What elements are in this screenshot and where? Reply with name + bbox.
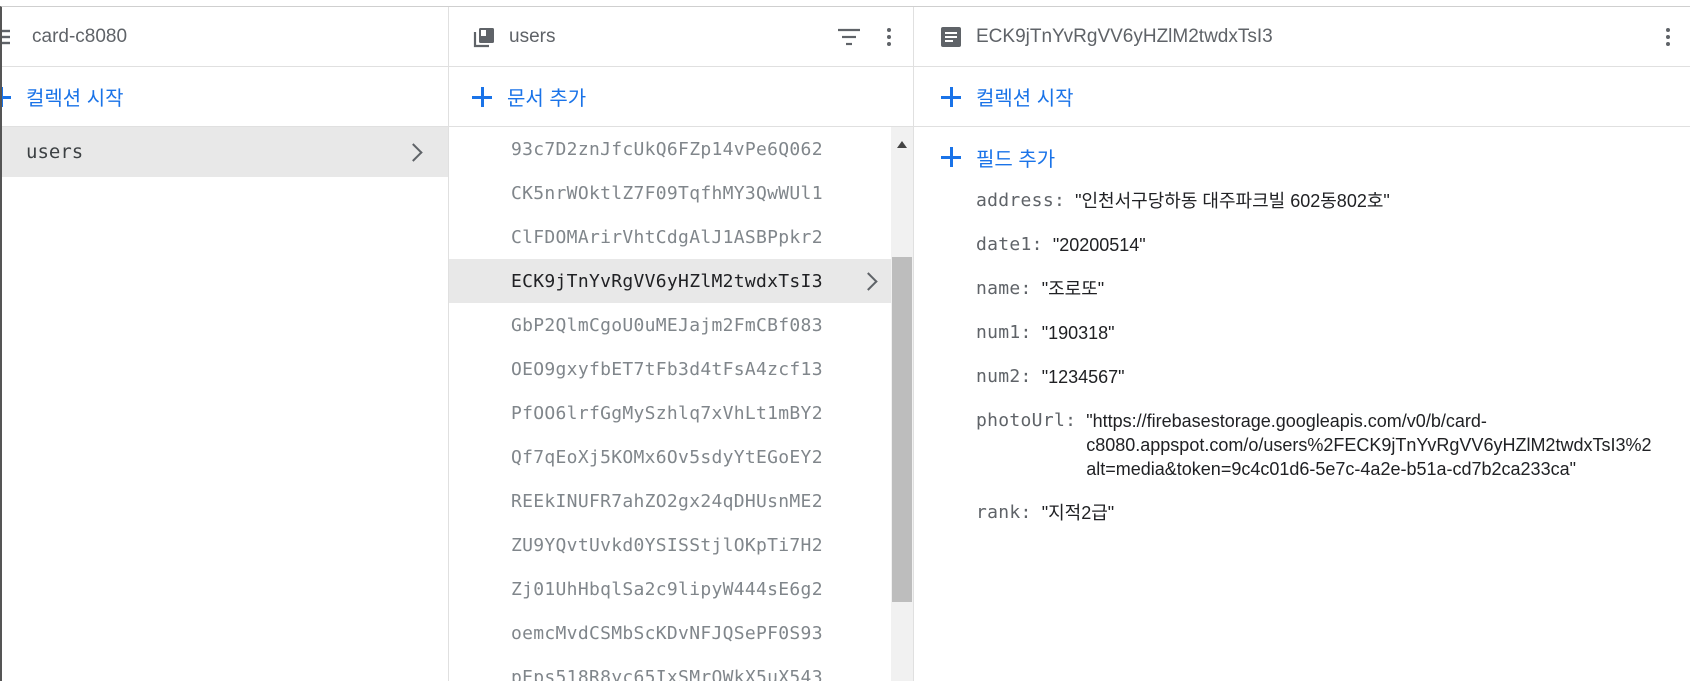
field-key: name: bbox=[976, 278, 1032, 299]
field-value: "https://firebasestorage.googleapis.com/… bbox=[1086, 411, 1652, 479]
start-collection-button[interactable]: 컬렉션 시작 bbox=[914, 67, 1690, 127]
chevron-right-icon bbox=[404, 143, 423, 162]
document-item[interactable]: REEkINUFR7ahZO2gx24qDHUsnME2 bbox=[449, 479, 913, 523]
field-value: "인천서구당하동 대주파크빌 602동802호" bbox=[1075, 191, 1390, 211]
project-title: card-c8080 bbox=[32, 25, 128, 47]
chevron-right-icon bbox=[859, 272, 878, 291]
field-value: "20200514" bbox=[1052, 235, 1146, 255]
document-id: 93c7D2znJfcUkQ6FZp14vPe6Q062 bbox=[511, 138, 823, 160]
document-list: 93c7D2znJfcUkQ6FZp14vPe6Q062 CK5nrWOktlZ… bbox=[449, 127, 913, 681]
field-key: num1: bbox=[976, 322, 1032, 343]
field-key: date1: bbox=[976, 234, 1043, 255]
firestore-data-viewer: card-c8080 컬렉션 시작 users users 문서 추가 93c7… bbox=[0, 6, 1690, 681]
field-key: num2: bbox=[976, 366, 1032, 387]
field-value: "조로또" bbox=[1041, 279, 1105, 299]
start-collection-label: 컬렉션 시작 bbox=[26, 88, 124, 110]
document-item[interactable]: OEO9gxyfbET7tFb3d4tFsA4zcf13 bbox=[449, 347, 913, 391]
document-item[interactable]: ZU9YQvtUvkd0YSISStjlOKpTi7H2 bbox=[449, 523, 913, 567]
plus-icon bbox=[471, 86, 493, 108]
collection-item-label: users bbox=[26, 141, 84, 163]
document-item[interactable]: oemcMvdCSMbScKDvNFJQSePF0S93 bbox=[449, 611, 913, 655]
field-row-num2[interactable]: num2: "1234567" bbox=[914, 365, 1690, 389]
plus-icon bbox=[2, 86, 12, 108]
document-item-selected[interactable]: ECK9jTnYvRgVV6yHZlM2twdxTsI3 bbox=[449, 259, 891, 303]
document-panel: ECK9jTnYvRgVV6yHZlM2twdxTsI3 컬렉션 시작 필드 추… bbox=[914, 7, 1690, 681]
collection-panel: users 문서 추가 93c7D2znJfcUkQ6FZp14vPe6Q062… bbox=[449, 7, 914, 681]
collection-icon bbox=[471, 24, 497, 50]
document-id: ECK9jTnYvRgVV6yHZlM2twdxTsI3 bbox=[511, 270, 823, 292]
field-value: "190318" bbox=[1041, 323, 1115, 343]
field-row-address[interactable]: address: "인천서구당하동 대주파크빌 602동802호" bbox=[914, 189, 1690, 213]
field-row-name[interactable]: name: "조로또" bbox=[914, 277, 1690, 301]
document-id: REEkINUFR7ahZO2gx24qDHUsnME2 bbox=[511, 490, 823, 512]
document-title: ECK9jTnYvRgVV6yHZlM2twdxTsI3 bbox=[976, 25, 1273, 47]
document-id: Zj01UhHbqlSa2c9lipyW444sE6g2 bbox=[511, 578, 823, 600]
field-key: rank: bbox=[976, 502, 1032, 523]
collection-title: users bbox=[509, 25, 556, 47]
field-row-photourl[interactable]: photoUrl: "https://firebasestorage.googl… bbox=[914, 409, 1690, 481]
plus-icon bbox=[940, 146, 962, 168]
root-panel: card-c8080 컬렉션 시작 users bbox=[2, 7, 449, 681]
more-vert-icon[interactable] bbox=[887, 28, 891, 46]
document-id: oemcMvdCSMbScKDvNFJQSePF0S93 bbox=[511, 622, 823, 644]
filter-icon[interactable] bbox=[837, 26, 861, 48]
database-icon bbox=[2, 24, 20, 50]
document-item[interactable]: 93c7D2znJfcUkQ6FZp14vPe6Q062 bbox=[449, 127, 913, 171]
document-panel-header: ECK9jTnYvRgVV6yHZlM2twdxTsI3 bbox=[914, 7, 1690, 67]
document-id: PfOO6lrfGgMySzhlq7xVhLt1mBY2 bbox=[511, 402, 823, 424]
more-vert-icon[interactable] bbox=[1666, 28, 1670, 46]
document-item[interactable]: Qf7qEoXj5KOMx6Ov5sdyYtEGoEY2 bbox=[449, 435, 913, 479]
add-field-button[interactable]: 필드 추가 bbox=[914, 127, 1690, 187]
document-id: ZU9YQvtUvkd0YSISStjlOKpTi7H2 bbox=[511, 534, 823, 556]
field-row-rank[interactable]: rank: "지적2급" bbox=[914, 501, 1690, 525]
document-fields: 필드 추가 address: "인천서구당하동 대주파크빌 602동802호" … bbox=[914, 127, 1690, 681]
field-key: address: bbox=[976, 190, 1066, 211]
scrollbar-thumb[interactable] bbox=[892, 257, 912, 602]
collection-panel-header: users bbox=[449, 7, 913, 67]
document-item[interactable]: GbP2QlmCgoU0uMEJajm2FmCBf083 bbox=[449, 303, 913, 347]
field-row-date1[interactable]: date1: "20200514" bbox=[914, 233, 1690, 257]
scroll-up-arrow-icon[interactable] bbox=[897, 141, 907, 148]
document-id: OEO9gxyfbET7tFb3d4tFsA4zcf13 bbox=[511, 358, 823, 380]
document-item[interactable]: pEps518R8yc65IxSMrOWkX5uX543 bbox=[449, 655, 913, 681]
field-value: "지적2급" bbox=[1041, 503, 1115, 523]
field-row-num1[interactable]: num1: "190318" bbox=[914, 321, 1690, 345]
start-collection-button[interactable]: 컬렉션 시작 bbox=[2, 67, 448, 127]
collection-item-users[interactable]: users bbox=[2, 127, 448, 177]
add-document-button[interactable]: 문서 추가 bbox=[449, 67, 913, 127]
document-id: Qf7qEoXj5KOMx6Ov5sdyYtEGoEY2 bbox=[511, 446, 823, 468]
document-item[interactable]: ClFDOMArirVhtCdgAlJ1ASBPpkr2 bbox=[449, 215, 913, 259]
document-id: CK5nrWOktlZ7F09TqfhMY3QwWUl1 bbox=[511, 182, 823, 204]
document-id: GbP2QlmCgoU0uMEJajm2FmCBf083 bbox=[511, 314, 823, 336]
document-id: ClFDOMArirVhtCdgAlJ1ASBPpkr2 bbox=[511, 226, 823, 248]
document-item[interactable]: Zj01UhHbqlSa2c9lipyW444sE6g2 bbox=[449, 567, 913, 611]
plus-icon bbox=[940, 86, 962, 108]
document-item[interactable]: PfOO6lrfGgMySzhlq7xVhLt1mBY2 bbox=[449, 391, 913, 435]
field-value: "1234567" bbox=[1041, 367, 1125, 387]
field-key: photoUrl: bbox=[976, 410, 1077, 431]
root-panel-header: card-c8080 bbox=[2, 7, 448, 67]
document-item[interactable]: CK5nrWOktlZ7F09TqfhMY3QwWUl1 bbox=[449, 171, 913, 215]
document-icon bbox=[938, 24, 964, 50]
start-collection-label: 컬렉션 시작 bbox=[976, 88, 1074, 110]
document-id: pEps518R8yc65IxSMrOWkX5uX543 bbox=[511, 666, 823, 681]
add-field-label: 필드 추가 bbox=[976, 148, 1056, 171]
add-document-label: 문서 추가 bbox=[507, 88, 587, 110]
